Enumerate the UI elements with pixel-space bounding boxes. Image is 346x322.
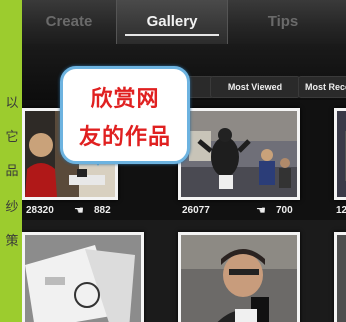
gallery-thumbnail[interactable]	[334, 232, 346, 322]
tab-create[interactable]: Create	[22, 0, 116, 44]
gallery-thumbnail[interactable]	[334, 108, 346, 200]
gallery-thumbnail[interactable]	[178, 232, 300, 322]
pointing-hand-icon: ☚	[74, 205, 84, 217]
thumbnail-stats: 26077 ☚ 700	[182, 205, 302, 219]
view-count: 12	[336, 205, 346, 216]
gallery-thumbnail[interactable]	[178, 108, 300, 200]
side-char: 它	[5, 130, 19, 145]
side-char: 纱	[5, 200, 19, 215]
view-count: 26077	[182, 205, 210, 216]
tab-gallery-label: Gallery	[146, 13, 198, 30]
filter-most-viewed[interactable]: Most Viewed	[210, 76, 300, 98]
side-char: 策	[5, 234, 19, 249]
filter-most-recent[interactable]: Most Recent	[298, 76, 346, 98]
side-char: 以	[5, 96, 19, 111]
tab-bar: Create Gallery Tips	[22, 0, 346, 45]
like-count: 882	[94, 205, 111, 216]
active-tab-indicator	[125, 34, 219, 36]
side-char: 品	[5, 164, 19, 179]
left-strip: 以 它 品 纱 策	[0, 0, 24, 322]
callout-bubble: 欣赏网 友的作品	[60, 66, 190, 164]
callout-text-line-2: 友的作品	[78, 125, 171, 150]
thumbnail-stats: 12	[336, 205, 346, 219]
tab-gallery[interactable]: Gallery	[116, 0, 228, 44]
thumbnail-image	[25, 235, 141, 322]
app-window: Create Gallery Tips Rated Most Viewed Mo…	[22, 0, 346, 322]
thumbnail-stats: 28320 ☚ 882	[26, 205, 118, 219]
thumbnail-image	[337, 235, 346, 322]
like-count: 700	[276, 205, 293, 216]
callout-text-line-1: 欣赏网	[90, 87, 160, 112]
view-count: 28320	[26, 205, 54, 216]
tab-tips[interactable]: Tips	[228, 0, 338, 44]
thumbnail-image	[181, 235, 297, 322]
thumbnail-image	[181, 111, 297, 197]
pointing-hand-icon: ☚	[256, 205, 266, 217]
thumbnail-image	[337, 111, 346, 197]
gallery-thumbnail[interactable]	[22, 232, 144, 322]
